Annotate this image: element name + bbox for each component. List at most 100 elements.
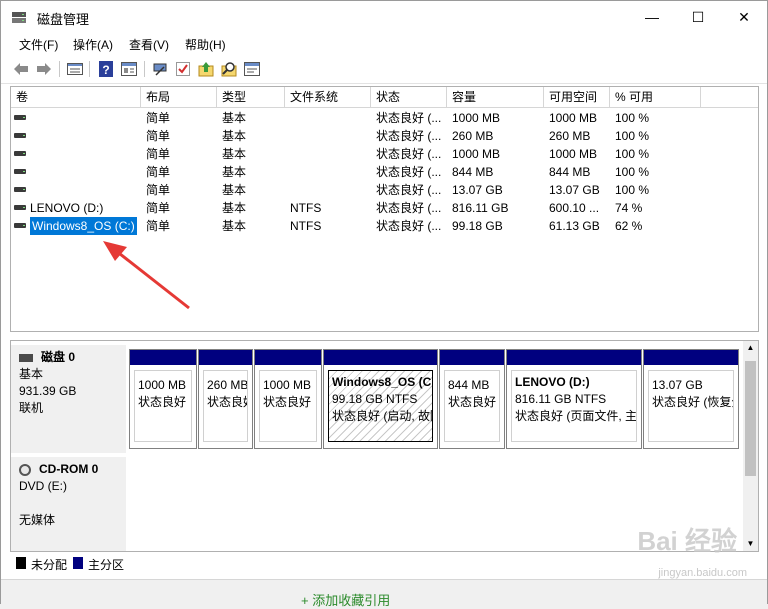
primary-partition-bar	[644, 350, 738, 365]
volume-icon	[14, 223, 26, 228]
primary-partition-bar	[130, 350, 196, 365]
forward-icon[interactable]	[35, 60, 53, 78]
connect-icon[interactable]	[151, 60, 169, 78]
partition-details: 1000 MB 状态良好	[134, 370, 192, 442]
cell-capacity: 99.18 GB	[452, 219, 503, 233]
table-row[interactable]: 简单 基本 状态良好 (... 1000 MB 1000 MB 100 %	[11, 109, 701, 127]
partition-block[interactable]: 13.07 GB 状态良好 (恢复分	[643, 349, 739, 449]
toolbar: ?	[1, 55, 767, 84]
properties-icon[interactable]	[120, 60, 138, 78]
cell-type: 基本	[222, 219, 247, 233]
cell-volume: LENOVO (D:)	[30, 201, 104, 215]
up-icon[interactable]	[197, 60, 215, 78]
disk-map-scrollbar[interactable]: ▲ ▼	[743, 341, 758, 551]
cell-percent-free: 100 %	[615, 147, 650, 161]
column-header-capacity[interactable]: 容量	[447, 87, 544, 107]
partition-block[interactable]: 1000 MB 状态良好	[254, 349, 322, 449]
cell-free-space: 600.10 ...	[549, 201, 600, 215]
cell-free-space: 61.13 GB	[549, 219, 600, 233]
cell-capacity: 816.11 GB	[452, 201, 509, 215]
partition-details: 13.07 GB 状态良好 (恢复分	[648, 370, 734, 442]
column-header-percent-free[interactable]: % 可用	[610, 87, 701, 107]
partition-name: Windows8_OS (C:)	[332, 375, 433, 389]
table-row[interactable]: 简单 基本 状态良好 (... 260 MB 260 MB 100 %	[11, 127, 701, 145]
cell-percent-free: 74 %	[615, 201, 643, 215]
volume-list-header: 卷 布局 类型 文件系统 状态 容量 可用空间 % 可用	[11, 87, 758, 108]
cell-type: 基本	[222, 165, 247, 179]
back-icon[interactable]	[12, 60, 30, 78]
partition-block[interactable]: 260 MB 状态良好	[198, 349, 253, 449]
cell-capacity: 260 MB	[452, 129, 494, 143]
table-row[interactable]: LENOVO (D:) 简单 基本 NTFS 状态良好 (... 816.11 GB 600…	[11, 199, 701, 217]
search-icon[interactable]	[220, 60, 238, 78]
partition-status: 状态良好	[207, 395, 247, 409]
partition-block[interactable]: Windows8_OS (C:) 99.18 GB NTFS 状态良好 (启动, 故…	[323, 349, 438, 449]
toolbar-separator	[59, 61, 60, 77]
watermark: Bai 经验	[637, 526, 737, 556]
legend-unallocated-swatch	[16, 557, 26, 569]
help-icon[interactable]: ?	[97, 60, 115, 78]
disk0-info[interactable]: 磁盘 0 基本 931.39 GB 联机	[11, 345, 127, 453]
partition-block[interactable]: 844 MB 状态良好	[439, 349, 505, 449]
menu-view[interactable]: 查看(V)	[129, 36, 169, 53]
cell-status: 状态良好 (...	[376, 183, 442, 197]
legend-unallocated-label: 未分配	[31, 558, 68, 572]
column-header-status[interactable]: 状态	[371, 87, 447, 107]
menu-action[interactable]: 操作(A)	[73, 36, 113, 53]
cell-status: 状态良好 (...	[376, 147, 442, 161]
cell-layout: 简单	[146, 201, 171, 215]
table-row[interactable]: 简单 基本 状态良好 (... 1000 MB 1000 MB 100 %	[11, 145, 701, 163]
scrollbar-thumb[interactable]	[745, 361, 756, 476]
cell-percent-free: 100 %	[615, 165, 650, 179]
column-header-volume[interactable]: 卷	[11, 87, 141, 107]
cell-layout: 简单	[146, 129, 171, 143]
scroll-up-icon[interactable]: ▲	[743, 341, 758, 355]
toolbar-separator	[144, 61, 145, 77]
table-row[interactable]: 简单 基本 状态良好 (... 13.07 GB 13.07 GB 100 %	[11, 181, 701, 199]
partition-size: 1000 MB	[138, 378, 187, 392]
legend-primary-swatch	[73, 557, 83, 569]
cell-layout: 简单	[146, 111, 171, 125]
maximize-button[interactable]: ☐	[675, 1, 721, 33]
console-icon[interactable]	[243, 60, 261, 78]
primary-partition-bar	[199, 350, 252, 365]
legend-primary-label: 主分区	[88, 558, 125, 572]
cell-status: 状态良好 (...	[376, 111, 442, 125]
partition-name: LENOVO (D:)	[515, 375, 590, 389]
cell-percent-free: 100 %	[615, 111, 650, 125]
cell-capacity: 13.07 GB	[452, 183, 503, 197]
disk-icon	[19, 353, 33, 362]
column-header-filesystem[interactable]: 文件系统	[285, 87, 371, 107]
scroll-down-icon[interactable]: ▼	[743, 537, 758, 551]
partition-block[interactable]: LENOVO (D:) 816.11 GB NTFS 状态良好 (页面文件, 主	[506, 349, 642, 449]
column-header-type[interactable]: 类型	[217, 87, 285, 107]
title-bar[interactable]: 磁盘管理 — ☐ ✕	[1, 1, 767, 33]
volume-icon	[14, 133, 26, 138]
minimize-button[interactable]: —	[629, 1, 675, 33]
list-icon[interactable]	[66, 60, 84, 78]
menu-help[interactable]: 帮助(H)	[185, 36, 226, 53]
add-favorite-link[interactable]: + 添加收藏引用	[301, 590, 390, 609]
cell-capacity: 1000 MB	[452, 147, 501, 161]
table-row[interactable]: 简单 基本 状态良好 (... 844 MB 844 MB 100 %	[11, 163, 701, 181]
cell-free-space: 1000 MB	[549, 111, 598, 125]
cell-free-space: 13.07 GB	[549, 183, 600, 197]
cell-free-space: 844 MB	[549, 165, 591, 179]
cell-percent-free: 62 %	[615, 219, 643, 233]
close-button[interactable]: ✕	[721, 1, 767, 33]
partition-status: 状态良好 (启动, 故障	[332, 409, 433, 423]
volume-icon	[14, 151, 26, 156]
partition-block[interactable]: 1000 MB 状态良好	[129, 349, 197, 449]
cdrom0-status: 无媒体	[19, 513, 56, 527]
column-header-free-space[interactable]: 可用空间	[544, 87, 610, 107]
disk-management-window: 磁盘管理 — ☐ ✕ 文件(F) 操作(A) 查看(V) 帮助(H) ? 卷 布…	[0, 0, 768, 608]
column-header-layout[interactable]: 布局	[141, 87, 217, 107]
primary-partition-bar	[255, 350, 321, 365]
svg-text:?: ?	[102, 63, 109, 77]
cell-layout: 简单	[146, 147, 171, 161]
cdrom0-type: DVD (E:)	[19, 479, 67, 493]
check-icon[interactable]	[174, 60, 192, 78]
menu-file[interactable]: 文件(F)	[19, 36, 58, 53]
partition-size: 1000 MB	[263, 378, 312, 392]
cdrom0-info[interactable]: CD-ROM 0 DVD (E:) 无媒体	[11, 457, 127, 551]
